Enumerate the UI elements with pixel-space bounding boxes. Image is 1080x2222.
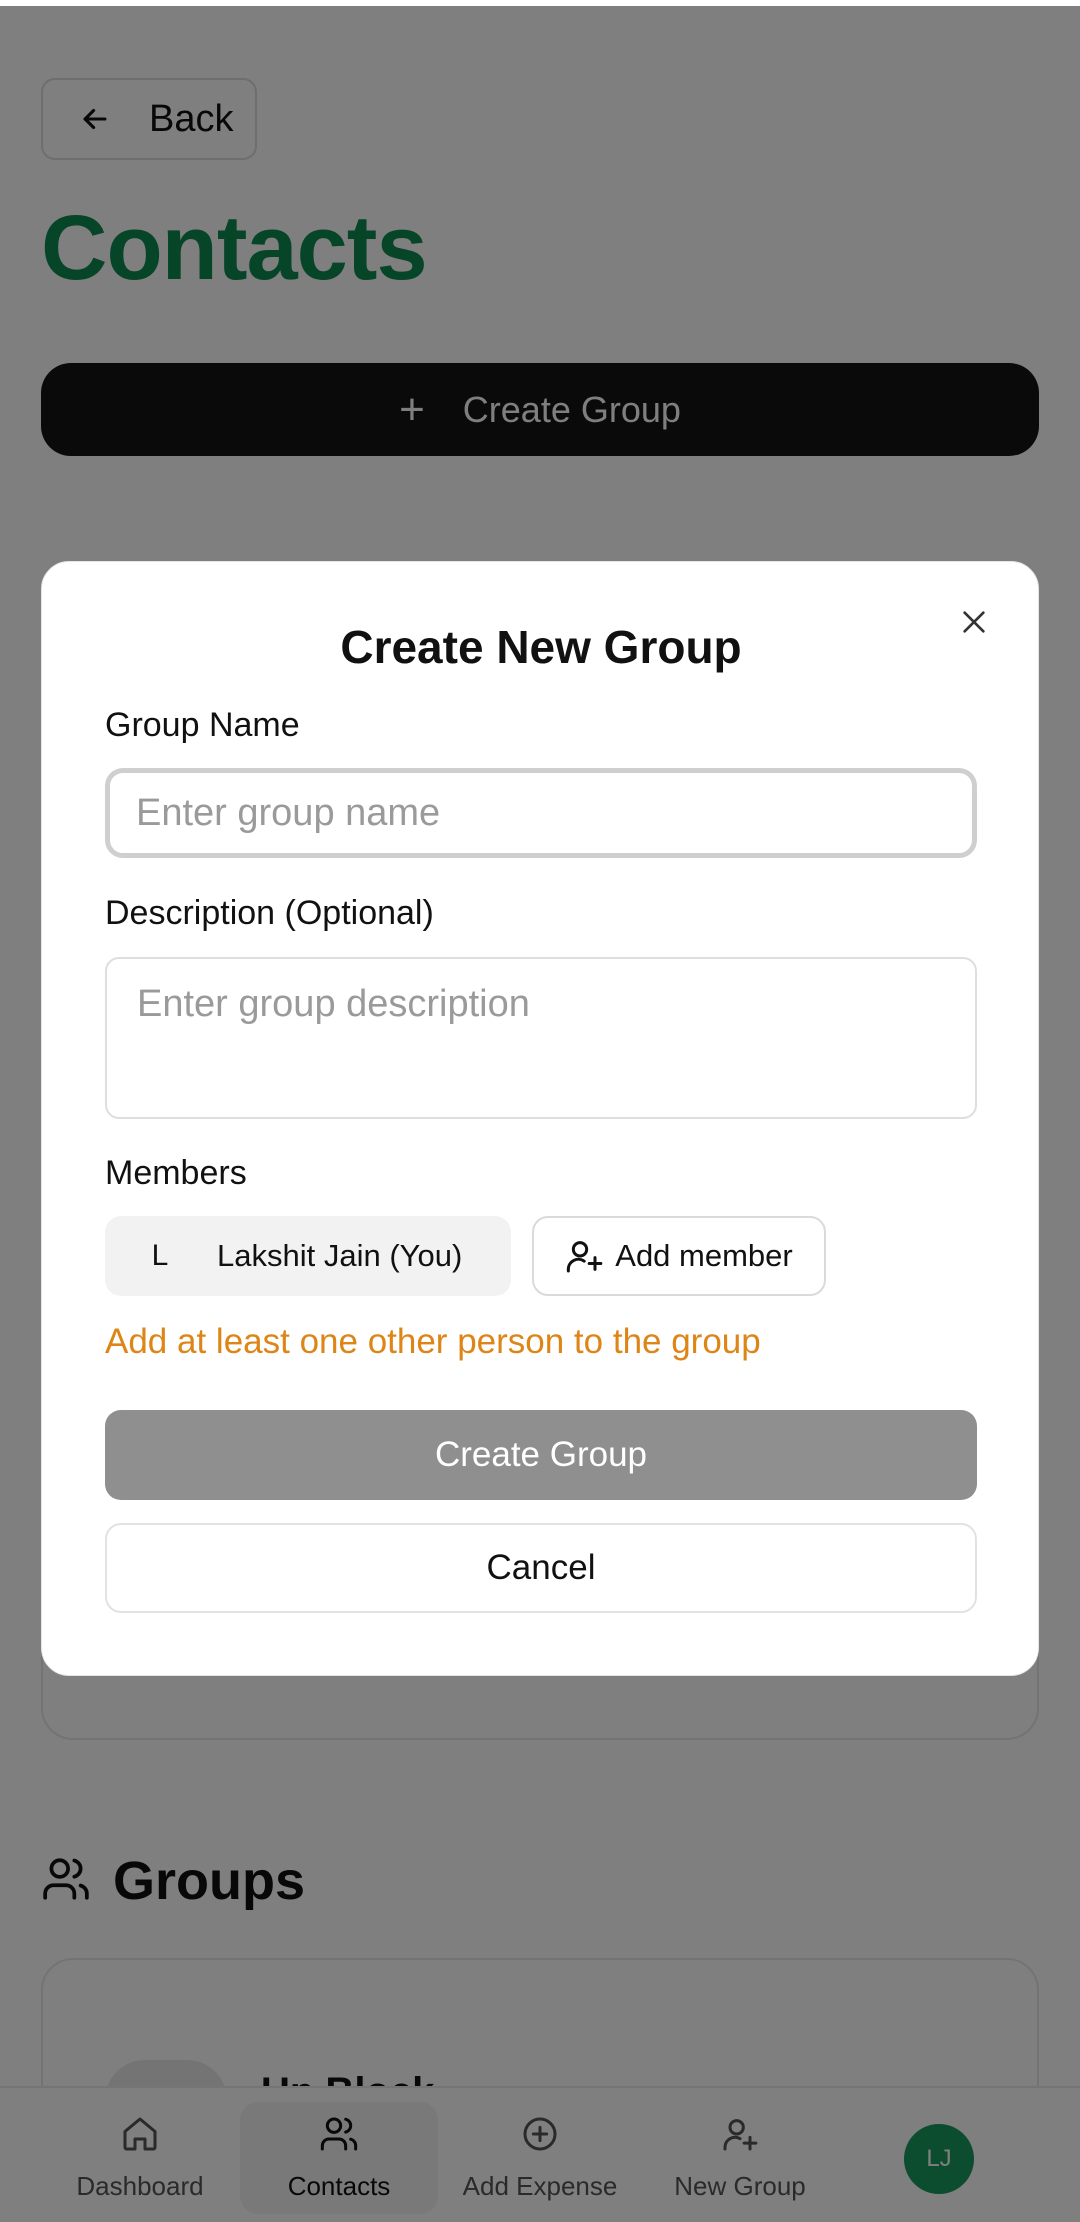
group-name-label: Group Name bbox=[105, 706, 300, 744]
member-chip: L Lakshit Jain (You) bbox=[105, 1216, 511, 1296]
members-label: Members bbox=[105, 1154, 247, 1192]
add-member-button[interactable]: Add member bbox=[532, 1216, 826, 1296]
create-group-modal: Create New Group Group Name Description … bbox=[41, 561, 1039, 1676]
group-name-input[interactable] bbox=[105, 768, 977, 858]
create-group-submit-button[interactable]: Create Group bbox=[105, 1410, 977, 1500]
close-icon bbox=[958, 606, 990, 643]
description-input[interactable] bbox=[105, 957, 977, 1119]
description-label: Description (Optional) bbox=[105, 894, 434, 932]
close-button[interactable] bbox=[952, 602, 996, 646]
user-plus-icon bbox=[565, 1236, 605, 1276]
member-name: Lakshit Jain (You) bbox=[217, 1238, 463, 1273]
member-initial: L bbox=[151, 1239, 169, 1272]
cancel-button[interactable]: Cancel bbox=[105, 1523, 977, 1613]
members-warning: Add at least one other person to the gro… bbox=[105, 1322, 761, 1361]
modal-title: Create New Group bbox=[340, 621, 742, 673]
add-member-label: Add member bbox=[615, 1238, 793, 1273]
